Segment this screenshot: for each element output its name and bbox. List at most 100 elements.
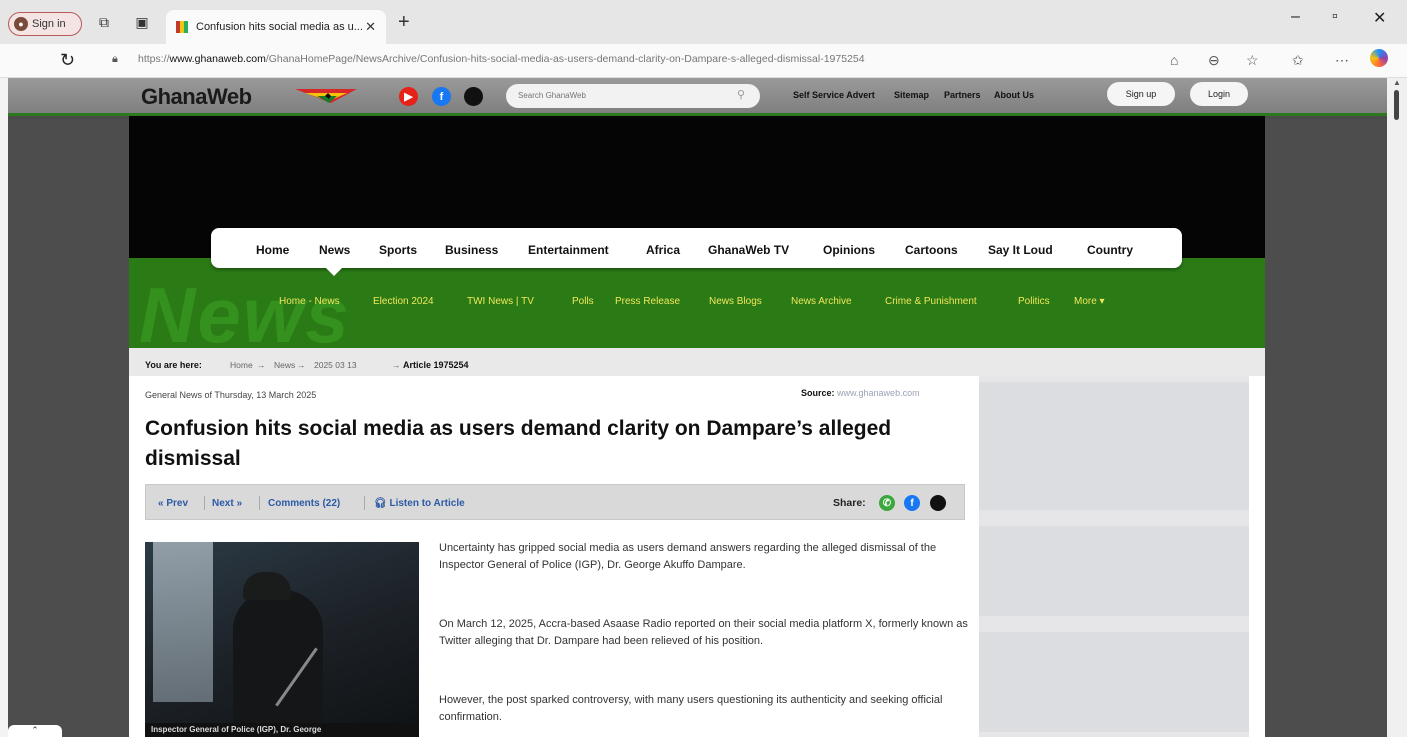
nav-opinions[interactable]: Opinions [823, 243, 875, 257]
nav-say-it-loud[interactable]: Say It Loud [988, 243, 1053, 257]
page-scrollbar[interactable]: ▲ [1387, 78, 1407, 737]
source-link[interactable]: www.ghanaweb.com [837, 388, 920, 398]
reload-icon[interactable]: ↻ [60, 50, 75, 71]
signup-button[interactable]: Sign up [1107, 82, 1175, 106]
subnav-crime-punishment[interactable]: Crime & Punishment [885, 296, 977, 307]
subnav-twi-news[interactable]: TWI News | TV [467, 296, 534, 307]
article-paragraph: However, the post sparked controversy, w… [439, 694, 943, 723]
article-source: Source: www.ghanaweb.com [801, 388, 920, 398]
prev-article-link[interactable]: « Prev [158, 498, 188, 509]
nav-entertainment[interactable]: Entertainment [528, 243, 609, 257]
breadcrumb-date[interactable]: 2025 03 13 [314, 360, 357, 370]
tab-actions-icon[interactable]: ▣ [134, 14, 150, 30]
facebook-icon[interactable]: f [432, 87, 451, 106]
new-tab-icon[interactable]: + [398, 11, 410, 34]
active-nav-indicator [326, 268, 342, 276]
subnav-election-2024[interactable]: Election 2024 [373, 296, 434, 307]
subnav-news-blogs[interactable]: News Blogs [709, 296, 762, 307]
favorites-icon[interactable]: ✩ [1292, 52, 1304, 69]
article-photo[interactable]: Inspector General of Police (IGP), Dr. G… [145, 542, 419, 737]
listen-to-article-button[interactable]: 🎧︎ Listen to Article [374, 498, 465, 509]
nav-ghanaweb-tv[interactable]: GhanaWeb TV [708, 243, 789, 257]
breadcrumb-article: Article 1975254 [403, 360, 469, 370]
news-watermark: News [139, 271, 351, 348]
nav-business[interactable]: Business [445, 243, 498, 257]
x-share-icon[interactable] [930, 495, 946, 511]
breadcrumb-separator: → [297, 360, 306, 370]
url-domain: www.ghanaweb.com [169, 53, 266, 65]
subnav-polls[interactable]: Polls [572, 296, 594, 307]
photo-subject [233, 590, 323, 737]
nav-sports[interactable]: Sports [379, 243, 417, 257]
more-menu-icon[interactable]: ⋯ [1335, 52, 1349, 69]
expand-widget-icon[interactable]: ⌃ [8, 725, 62, 737]
site-search-input[interactable] [506, 84, 760, 108]
browser-tab-active[interactable]: Confusion hits social media as u... ✕ [166, 10, 386, 44]
article-content: General News of Thursday, 13 March 2025 … [129, 376, 1265, 737]
nav-home[interactable]: Home [256, 243, 289, 257]
web-page: GhanaWeb ▶ f ⚲ Self Service Advert Sitem… [8, 78, 1387, 737]
nav-news[interactable]: News [319, 243, 350, 257]
top-link-sitemap[interactable]: Sitemap [894, 90, 929, 100]
breadcrumb: You are here: Home → News → 2025 03 13 →… [129, 348, 1265, 376]
profile-icon: ● [14, 17, 28, 31]
scroll-up-icon[interactable]: ▲ [1393, 78, 1401, 87]
top-link-self-service-advert[interactable]: Self Service Advert [793, 90, 875, 100]
youtube-icon[interactable]: ▶ [399, 87, 418, 106]
search-icon[interactable]: ⚲ [737, 88, 745, 101]
subnav-politics[interactable]: Politics [1018, 296, 1050, 307]
nav-country[interactable]: Country [1087, 243, 1133, 257]
main-navigation: Home News Sports Business Entertainment … [211, 228, 1182, 268]
close-window-icon[interactable]: ✕ [1373, 8, 1386, 28]
restore-icon[interactable]: ▫ [1332, 8, 1338, 26]
minimize-icon[interactable]: – [1291, 8, 1300, 26]
comments-link[interactable]: Comments (22) [268, 498, 340, 509]
nav-africa[interactable]: Africa [646, 243, 680, 257]
reader-mode-icon[interactable]: ⌂ [1170, 52, 1178, 68]
site-header: GhanaWeb ▶ f ⚲ Self Service Advert Sitem… [8, 78, 1387, 116]
article-paragraph: Uncertainty has gripped social media as … [439, 542, 937, 571]
browser-signin-button[interactable]: ● Sign in [8, 12, 82, 36]
url-prefix: https:// [138, 53, 170, 65]
page-gutter-right [1265, 119, 1387, 737]
scrollbar-thumb[interactable] [1394, 90, 1399, 120]
logo-flag-icon [295, 89, 357, 103]
subnav-news-archive[interactable]: News Archive [791, 296, 852, 307]
sidebar-ad-placeholder [979, 526, 1249, 616]
breadcrumb-separator: → [257, 360, 266, 370]
url-path: /GhanaHomePage/NewsArchive/Confusion-hit… [265, 53, 865, 65]
close-tab-icon[interactable]: ✕ [365, 19, 376, 35]
breadcrumb-news[interactable]: News [274, 360, 295, 370]
subnav-home-news[interactable]: Home - News [279, 296, 340, 307]
page-gutter-left [8, 119, 129, 737]
zoom-icon[interactable]: ⊖ [1208, 52, 1220, 69]
copilot-icon[interactable] [1370, 49, 1388, 67]
whatsapp-share-icon[interactable]: ✆ [879, 495, 895, 511]
article-headline: Confusion hits social media as users dem… [145, 417, 892, 470]
sidebar-ad-placeholder [979, 632, 1249, 732]
site-info-icon[interactable]: 🔒︎ [112, 53, 118, 66]
nav-cartoons[interactable]: Cartoons [905, 243, 958, 257]
top-link-partners[interactable]: Partners [944, 90, 981, 100]
login-button[interactable]: Login [1190, 82, 1248, 106]
breadcrumb-label: You are here: [145, 360, 202, 370]
top-link-about-us[interactable]: About Us [994, 90, 1034, 100]
next-article-link[interactable]: Next » [212, 498, 242, 509]
photo-subject-cap [243, 572, 291, 600]
source-label: Source: [801, 388, 835, 398]
toolbar-divider [204, 496, 205, 510]
url-field[interactable]: https://www.ghanaweb.com/GhanaHomePage/N… [138, 53, 865, 65]
subnav-more[interactable]: More ▾ [1074, 296, 1105, 307]
site-logo[interactable]: GhanaWeb [141, 84, 252, 110]
browser-tab-strip: ● Sign in ⧉ ▣ Confusion hits social medi… [0, 0, 1407, 44]
subnav-press-release[interactable]: Press Release [615, 296, 680, 307]
ghanaweb-favicon [176, 21, 188, 33]
favorite-star-icon[interactable]: ☆ [1246, 52, 1259, 69]
workspaces-icon[interactable]: ⧉ [96, 14, 112, 30]
browser-signin-label: Sign in [32, 18, 66, 30]
sidebar-ad-column [979, 376, 1249, 737]
breadcrumb-home[interactable]: Home [230, 360, 253, 370]
facebook-share-icon[interactable]: f [904, 495, 920, 511]
sidebar-ad-placeholder [979, 382, 1249, 510]
x-twitter-icon[interactable] [464, 87, 483, 106]
